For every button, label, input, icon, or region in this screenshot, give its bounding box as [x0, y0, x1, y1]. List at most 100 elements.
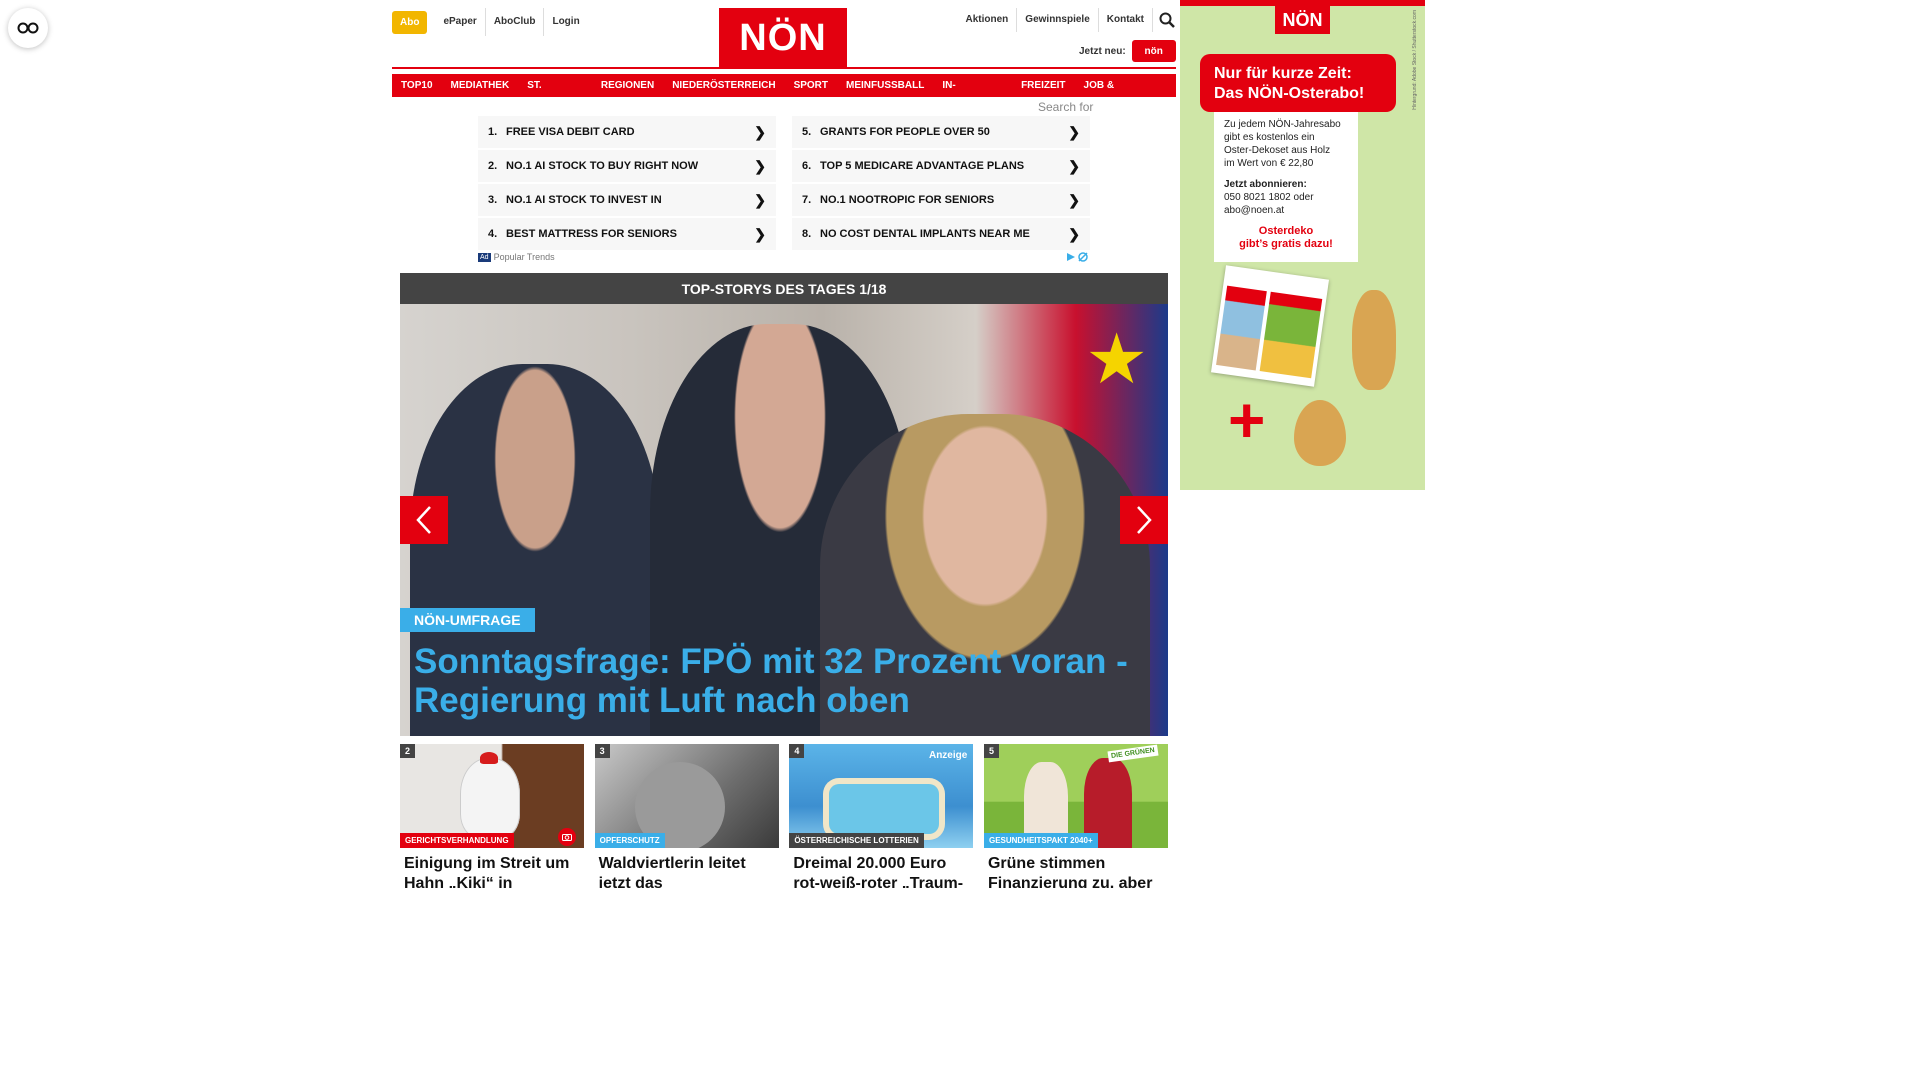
nav-item-in-ausland[interactable]: IN-AUSLAND	[933, 74, 1013, 114]
slider-next-button[interactable]	[1120, 496, 1168, 544]
teaser-image: DIE GRÜNEN 5 GESUNDHEITSPAKT 2040+	[983, 744, 1168, 848]
wooden-egg-image	[1294, 400, 1346, 466]
plus-icon: +	[1228, 384, 1266, 456]
jetzt-neu-label: Jetzt neu:	[1079, 45, 1126, 57]
teaser-title[interactable]: Waldviertlerin leitet jetzt das	[595, 848, 779, 888]
main-nav: TOP10 MEDIATHEK ST. PÖLTEN REGIONEN NIED…	[392, 74, 1176, 114]
ad-item[interactable]: 3. NO.1 AI STOCK TO INVEST IN ❯	[478, 184, 776, 216]
chevron-right-icon: ❯	[1068, 157, 1080, 174]
ad-item-text: NO.1 AI STOCK TO BUY RIGHT NOW	[506, 160, 699, 172]
story-kicker: NÖN-UMFRAGE	[400, 608, 535, 632]
side-ad-body-line: gibt es kostenlos ein	[1224, 132, 1315, 143]
adchoices-icon[interactable]	[1066, 252, 1090, 262]
sponsored-links: 1. FREE VISA DEBIT CARD ❯ 5. GRANTS FOR PEO…	[478, 116, 1090, 250]
teaser-number: 4	[789, 744, 805, 758]
teaser-tag: ÖSTERREICHISCHE LOTTERIEN	[789, 833, 924, 848]
ad-item-number: 7.	[802, 194, 812, 206]
teaser-row: 2 GERICHTSVERHANDLUNG Einigung im Streit…	[400, 744, 1168, 888]
chevron-right-icon	[1137, 506, 1152, 534]
teaser-number: 2	[400, 744, 416, 758]
ad-item[interactable]: 2. NO.1 AI STOCK TO BUY RIGHT NOW ❯	[478, 150, 776, 182]
search-for-label[interactable]: Search for	[1038, 100, 1093, 114]
teaser-title[interactable]: Dreimal 20.000 Euro rot-weiß-roter „Trau…	[789, 848, 973, 888]
ad-item-number: 6.	[802, 160, 812, 172]
nav-item-mediathek[interactable]: MEDIATHEK	[441, 74, 519, 97]
ad-badge: Ad	[478, 252, 491, 262]
ad-item-text: BEST MATTRESS FOR SENIORS	[506, 228, 677, 240]
aktionen-link[interactable]: Aktionen	[958, 8, 1017, 32]
teaser-number: 3	[594, 744, 610, 758]
ad-item-text: TOP 5 MEDICARE ADVANTAGE PLANS	[820, 160, 1025, 172]
search-icon[interactable]	[1152, 8, 1180, 32]
teaser-card[interactable]: 4 Anzeige ÖSTERREICHISCHE LOTTERIEN Drei…	[789, 744, 974, 888]
chevron-right-icon: ❯	[754, 225, 766, 242]
side-ad-banner-line2: Das NÖN-Osterabo!	[1214, 85, 1365, 102]
aboclub-link[interactable]: AboClub	[484, 8, 544, 36]
nav-item-regionen[interactable]: REGIONEN	[591, 74, 664, 97]
ad-item-text: GRANTS FOR PEOPLE OVER 50	[820, 126, 990, 138]
header-left-links: Abo ePaper AboClub Login	[392, 8, 588, 36]
login-link[interactable]: Login	[543, 8, 587, 36]
ad-item[interactable]: 5. GRANTS FOR PEOPLE OVER 50 ❯	[792, 116, 1090, 148]
kontakt-link[interactable]: Kontakt	[1097, 8, 1152, 32]
nav-item-job-karriere[interactable]: JOB & KARRIERE	[1074, 74, 1176, 114]
chevron-right-icon: ❯	[754, 123, 766, 140]
abo-button[interactable]: Abo	[392, 10, 428, 34]
nav-item-top10[interactable]: TOP10	[392, 74, 442, 97]
nav-item-meinfussball[interactable]: MEINFUSSBALL	[837, 74, 934, 97]
glasses-icon	[17, 22, 39, 34]
ad-item-text: NO.1 NOOTROPIC FOR SENIORS	[820, 194, 995, 206]
nav-item-st-poelten[interactable]: ST. PÖLTEN	[518, 74, 592, 114]
ad-item[interactable]: 8. NO COST DENTAL IMPLANTS NEAR ME ❯	[792, 218, 1090, 250]
teaser-image: 3 OPFERSCHUTZ	[594, 744, 779, 848]
side-ad-body-line: Oster-Dekoset aus Holz	[1224, 145, 1331, 156]
teaser-number: 5	[983, 744, 999, 758]
site-logo[interactable]: NÖN	[719, 8, 847, 68]
side-ad-credit: Hintergrund: Adobe Stock / Shutterstock.…	[1412, 10, 1418, 110]
teaser-tag: GESUNDHEITSPAKT 2040+	[983, 833, 1098, 848]
pool-island-shape	[829, 784, 940, 834]
teaser-title[interactable]: Grüne stimmen Finanzierung zu, aber	[984, 848, 1168, 888]
slider-prev-button[interactable]	[400, 496, 448, 544]
chevron-right-icon: ❯	[1068, 123, 1080, 140]
teaser-tag: OPFERSCHUTZ	[594, 833, 665, 848]
ad-item-text: NO COST DENTAL IMPLANTS NEAR ME	[820, 228, 1030, 240]
hen-shape	[460, 758, 520, 838]
side-ad-cta-line: 050 8021 1802 oder	[1224, 192, 1314, 203]
reader-mode-button[interactable]	[8, 8, 48, 48]
eu-star-icon: ★	[1085, 320, 1148, 398]
side-ad-logo: NÖN	[1275, 6, 1330, 34]
ad-item[interactable]: 6. TOP 5 MEDICARE ADVANTAGE PLANS ❯	[792, 150, 1090, 182]
teaser-card[interactable]: 2 GERICHTSVERHANDLUNG Einigung im Streit…	[400, 744, 584, 888]
teaser-image: 4 Anzeige ÖSTERREICHISCHE LOTTERIEN	[789, 744, 974, 848]
chevron-right-icon: ❯	[754, 191, 766, 208]
side-ad-osterabo[interactable]: NÖN Hintergrund: Adobe Stock / Shutterst…	[1180, 0, 1425, 490]
teaser-card[interactable]: 3 OPFERSCHUTZ Waldviertlerin leitet jetz…	[594, 744, 779, 888]
epaper-link[interactable]: ePaper	[435, 8, 484, 36]
ad-item[interactable]: 7. NO.1 NOOTROPIC FOR SENIORS ❯	[792, 184, 1090, 216]
side-ad-body-line: Zu jedem NÖN-Jahresabo	[1224, 119, 1341, 130]
ad-item-text: NO.1 AI STOCK TO INVEST IN	[506, 194, 662, 206]
nav-item-sport[interactable]: SPORT	[784, 74, 838, 97]
ad-footer: Ad Popular Trends	[478, 252, 1090, 262]
ad-item-number: 8.	[802, 228, 812, 240]
kleine-noen-logo[interactable]: nön	[1131, 40, 1176, 62]
ad-item-text: FREE VISA DEBIT CARD	[506, 126, 635, 138]
chevron-right-icon: ❯	[1068, 225, 1080, 242]
anzeige-label: Anzeige	[928, 750, 968, 761]
side-ad-banner: Nur für kurze Zeit: Das NÖN-Osterabo!	[1200, 54, 1396, 112]
ad-source[interactable]: Popular Trends	[494, 252, 555, 262]
gewinnspiele-link[interactable]: Gewinnspiele	[1016, 8, 1097, 32]
story-headline[interactable]: Sonntagsfrage: FPÖ mit 32 Prozent voran …	[414, 642, 1164, 720]
side-ad-red-line2: gibt’s gratis dazu!	[1239, 238, 1333, 250]
ad-item[interactable]: 4. BEST MATTRESS FOR SENIORS ❯	[478, 218, 776, 250]
hero-slide[interactable]: ★ NÖN-UMFRAGE Sonntagsfrage: FPÖ mit 32 …	[400, 304, 1168, 736]
hen-comb-shape	[480, 752, 498, 764]
nav-item-freizeit[interactable]: FREIZEIT	[1012, 74, 1075, 97]
nav-item-niederoesterreich[interactable]: NIEDERÖSTERREICH	[663, 74, 785, 97]
teaser-title[interactable]: Einigung im Streit um Hahn „Kiki“ in	[400, 848, 584, 888]
page: Abo ePaper AboClub Login NÖN Aktionen Ge…	[0, 0, 1568, 888]
ad-item[interactable]: 1. FREE VISA DEBIT CARD ❯	[478, 116, 776, 148]
ad-item-number: 2.	[488, 160, 498, 172]
teaser-card[interactable]: DIE GRÜNEN 5 GESUNDHEITSPAKT 2040+ Grüne…	[983, 744, 1168, 888]
